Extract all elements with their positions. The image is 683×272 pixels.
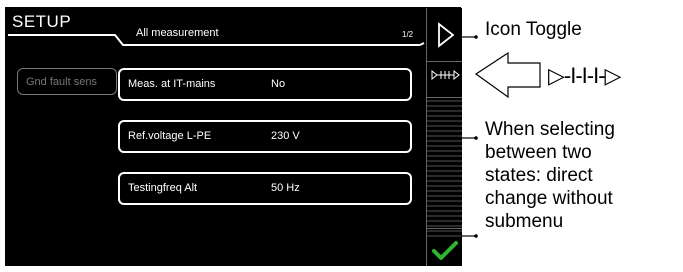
annotation-description: When selecting between two states: direc… [485, 118, 615, 233]
annotation-line: change without [485, 188, 613, 209]
annotation-line: submenu [485, 211, 564, 232]
annotation-icon-toggle: Icon Toggle [485, 19, 582, 40]
screen: SETUP All measurement 1/2 Gnd fault sens… [0, 0, 683, 266]
annotation-line: states: direct [485, 165, 593, 186]
arrow-icon [474, 51, 541, 99]
annotation-line: When selecting [485, 119, 615, 140]
annotation-toggle-symbol: ▷-I-I-I-▷ [548, 63, 621, 88]
annotation-line: between two [485, 142, 592, 163]
